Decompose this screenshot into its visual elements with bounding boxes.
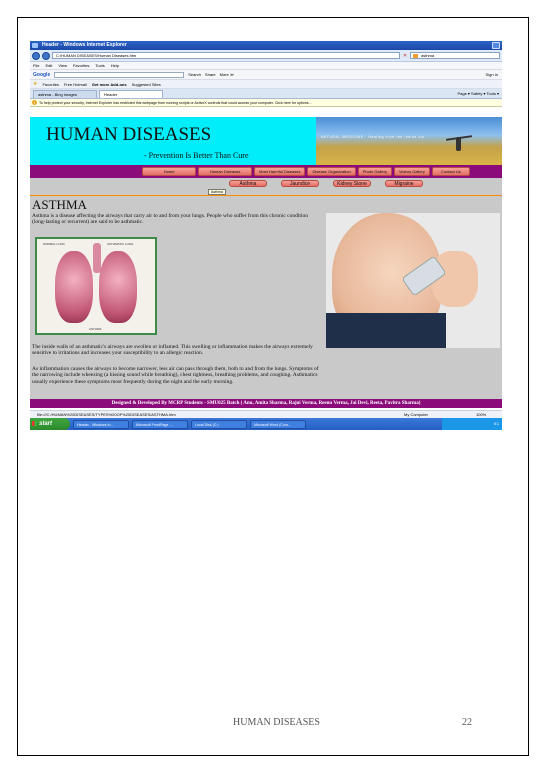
document-page-number: 22 <box>462 717 472 728</box>
google-toolbar: Google Search Share More ≫ Sign In <box>30 70 502 80</box>
task-local-disk[interactable]: Local Disk (C:) <box>191 419 247 429</box>
task-ie[interactable]: Header - Windows In... <box>73 419 129 429</box>
nav-human-diseases[interactable]: Human Diseases <box>198 167 253 176</box>
menu-tools[interactable]: Tools <box>95 63 104 68</box>
back-button[interactable] <box>32 51 40 60</box>
security-infobar[interactable]: To help protect your security, Internet … <box>30 99 502 107</box>
sign-in-link[interactable]: Sign In <box>486 72 502 77</box>
nav-home[interactable]: Home <box>142 167 197 176</box>
search-input[interactable]: asthma <box>410 52 500 59</box>
browser-screenshot: Header - Windows Internet Explorer C:\HU… <box>30 41 502 430</box>
tab-header[interactable]: Header <box>99 90 163 98</box>
task-word[interactable]: Microsoft Word (Com... <box>250 419 306 429</box>
normal-lung-label: NORMAL LUNG <box>43 242 65 246</box>
nav-photo-gallery[interactable]: Photo Gallery <box>357 167 392 176</box>
close-window-button[interactable] <box>492 42 500 49</box>
menu-file[interactable]: File <box>33 63 39 68</box>
submenu-migraine[interactable]: Migraine <box>385 179 423 187</box>
airways-paragraph: The inside walls of an asthmatic's airwa… <box>32 344 313 357</box>
site-banner: HUMAN DISEASES - Prevention Is Better Th… <box>30 117 502 165</box>
menu-edit[interactable]: Edit <box>45 63 52 68</box>
tab-bar: asthma - Bing Images Header Page ▾ Safet… <box>30 89 502 99</box>
banner-photo: NATURAL MEDICINE · Healing from the insi… <box>316 117 502 165</box>
intro-paragraph: Asthma is a disease affecting the airway… <box>32 213 308 226</box>
site-title: HUMAN DISEASES <box>46 124 212 145</box>
command-bar[interactable]: Page ▾ Safety ▾ Tools ▾ <box>457 91 499 96</box>
google-more-button[interactable]: More ≫ <box>220 72 234 77</box>
address-input[interactable]: C:\HUMAN DISEASES\Human Diseases.htm <box>52 52 400 59</box>
site-subtitle: - Prevention Is Better Than Cure <box>144 151 249 160</box>
shirt-shape <box>326 313 446 348</box>
site-footer: Designed & Developed By MCRP Students - … <box>30 399 502 408</box>
site-main-menu: Home Human Diseases Most Harmful Disease… <box>30 165 502 178</box>
web-page: HUMAN DISEASES - Prevention Is Better Th… <box>30 117 502 408</box>
menu-bar: File Edit View Favorites Tools Help <box>30 62 502 70</box>
symptoms-paragraph: As inflammation causes the airways to be… <box>32 366 319 385</box>
nav-most-harmful[interactable]: Most Harmful Diseases <box>254 167 306 176</box>
asthmatic-lung-label: ASTHMATIC LUNG <box>107 242 134 246</box>
start-button[interactable]: start <box>30 418 70 430</box>
window-titlebar: Header - Windows Internet Explorer <box>30 41 502 50</box>
child-inhaler-photo <box>326 213 500 348</box>
menu-view[interactable]: View <box>58 63 67 68</box>
fav-suggested-sites[interactable]: Suggested Sites <box>132 82 161 87</box>
divider <box>30 195 502 196</box>
right-lung-shape <box>99 251 137 323</box>
favorites-bar: ★ Favorites Free Hotmail Get more Add-on… <box>30 80 502 89</box>
favorites-button[interactable]: Favorites <box>42 82 58 87</box>
fav-get-addons[interactable]: Get more Add-ons <box>92 82 127 87</box>
lung-caption: ASTHMA <box>89 327 102 331</box>
banner-figure <box>456 137 461 151</box>
close-icon[interactable]: ✕ <box>402 53 408 59</box>
menu-favorites[interactable]: Favorites <box>73 63 89 68</box>
google-logo: Google <box>33 71 51 78</box>
submenu-asthma[interactable]: Asthma <box>229 179 267 187</box>
window-title: Header - Windows Internet Explorer <box>42 42 127 48</box>
google-share-button[interactable]: Share <box>205 72 216 77</box>
tab-bing-images[interactable]: asthma - Bing Images <box>33 90 97 98</box>
nav-contact-us[interactable]: Contact Us <box>431 167 470 176</box>
task-frontpage[interactable]: Microsoft FrontPage -... <box>132 419 188 429</box>
status-bar: file:///C:/HUMAN%20DISEASES/TYPES%20OF%2… <box>30 410 502 418</box>
fav-free-hotmail[interactable]: Free Hotmail <box>64 82 87 87</box>
forward-button[interactable] <box>42 51 50 60</box>
zoom-level[interactable]: 100% <box>476 411 486 418</box>
ie-icon <box>32 43 38 48</box>
lung-diagram: NORMAL LUNG ASTHMATIC LUNG ASTHMA <box>35 237 157 335</box>
security-zone: My Computer <box>404 412 429 417</box>
address-bar-row: C:\HUMAN DISEASES\Human Diseases.htm ✕ a… <box>30 50 502 62</box>
document-footer-title: HUMAN DISEASES <box>233 717 320 728</box>
nav-videos-gallery[interactable]: Videos Gallery <box>393 167 430 176</box>
disease-submenu: Asthma Jaundice Kidney Stone Migraine <box>30 178 502 188</box>
windows-taskbar: start Header - Windows In... Microsoft F… <box>30 418 502 430</box>
submenu-jaundice[interactable]: Jaundice <box>281 179 319 187</box>
left-lung-shape <box>55 251 93 323</box>
google-search-input[interactable] <box>54 71 185 78</box>
menu-help[interactable]: Help <box>111 63 119 68</box>
nav-disease-organization[interactable]: Disease Organization <box>307 167 356 176</box>
google-search-button[interactable]: Search <box>188 72 201 77</box>
banner-tagline: NATURAL MEDICINE · Healing from the insi… <box>321 135 425 139</box>
submenu-kidney-stone[interactable]: Kidney Stone <box>333 179 371 187</box>
page-heading: ASTHMA <box>32 197 87 212</box>
star-icon: ★ <box>33 81 38 87</box>
system-tray-clock: 5:1 <box>442 418 502 430</box>
status-url: file:///C:/HUMAN%20DISEASES/TYPES%20OF%2… <box>37 412 176 417</box>
